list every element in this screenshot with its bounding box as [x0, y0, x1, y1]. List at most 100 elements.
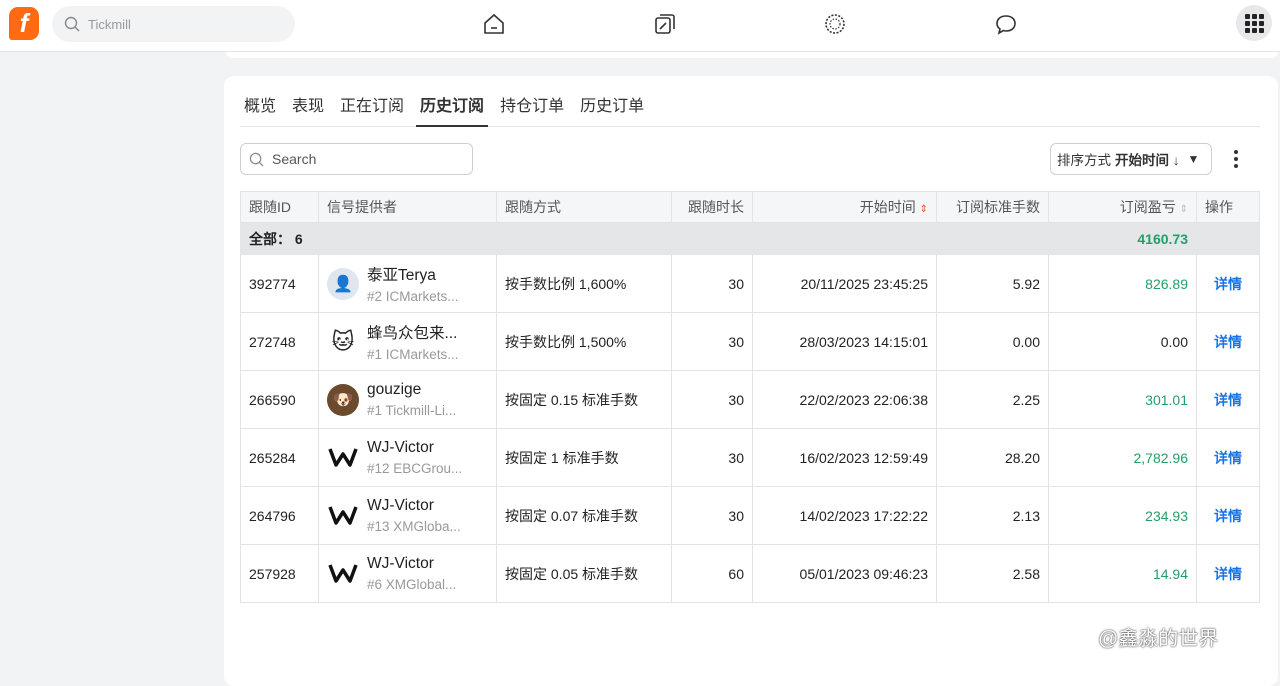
col-pnl[interactable]: 订阅盈亏 ⇕ [1048, 191, 1197, 223]
provider-cell[interactable]: 👤 泰亚Terya #2 ICMarkets... [318, 254, 497, 313]
table-row: 392774 👤 泰亚Terya #2 ICMarkets... 按手数比例 1,6… [240, 254, 1260, 313]
provider-name[interactable]: WJ-Victor [367, 555, 456, 573]
provider-name[interactable]: 泰亚Terya [367, 263, 459, 285]
total-label: 全部： 6 [240, 222, 1049, 255]
provider-account: #2 ICMarkets... [367, 289, 459, 304]
col-duration[interactable]: 跟随时长 [671, 191, 753, 223]
follow-mode: 按固定 1 标准手数 [496, 428, 672, 487]
lots: 2.58 [936, 544, 1049, 603]
duration: 60 [671, 544, 753, 603]
provider-account: #13 XMGloba... [367, 519, 461, 534]
details-link[interactable]: 详情 [1196, 312, 1260, 371]
provider-avatar [327, 441, 359, 474]
provider-avatar: 👤 [327, 267, 359, 300]
tab-1[interactable]: 表现 [288, 84, 328, 127]
tab-bar: 概览 表现 正在订阅 历史订阅 持仓订单 历史订单 [240, 84, 1260, 127]
lots: 28.20 [936, 428, 1049, 487]
tab-4[interactable]: 持仓订单 [496, 84, 568, 127]
table-row: 264796 WJ-Victor #13 XMGloba... 按固定 0.07 … [240, 486, 1260, 545]
provider-cell[interactable]: WJ-Victor #6 XMGlobal... [318, 544, 497, 603]
follow-id: 257928 [240, 544, 319, 603]
col-follow-mode[interactable]: 跟随方式 [496, 191, 672, 223]
details-link[interactable]: 详情 [1196, 254, 1260, 313]
details-link[interactable]: 详情 [1196, 544, 1260, 603]
home-icon[interactable] [482, 12, 506, 36]
provider-cell[interactable]: WJ-Victor #13 XMGloba... [318, 486, 497, 545]
details-link[interactable]: 详情 [1196, 486, 1260, 545]
app-logo[interactable]: f [9, 7, 39, 40]
sort-label: 排序方式 [1057, 153, 1111, 168]
start-time: 22/02/2023 22:06:38 [752, 370, 937, 429]
provider-cell[interactable]: 🐶 gouzige #1 Tickmill-Li... [318, 370, 497, 429]
table-row: 272748 🐱 蜂鸟众包来... #1 ICMarkets... 按手数比例 1,… [240, 312, 1260, 371]
tab-3[interactable]: 历史订阅 [416, 84, 489, 127]
provider-avatar [327, 557, 359, 590]
details-link[interactable]: 详情 [1196, 370, 1260, 429]
col-provider[interactable]: 信号提供者 [318, 191, 497, 223]
top-bar: f Tickmill [0, 0, 1280, 52]
col-pnl-label: 订阅盈亏 [1119, 199, 1176, 215]
history-subscriptions-table: 跟随ID 信号提供者 跟随方式 跟随时长 开始时间 ⇕ 订阅标准手数 订阅盈亏 … [240, 191, 1260, 603]
apps-grid-button[interactable] [1236, 5, 1272, 41]
duration: 30 [671, 312, 753, 371]
search-icon [64, 16, 80, 32]
sort-icon: ⇕ [1179, 204, 1188, 215]
provider-name[interactable]: WJ-Victor [367, 497, 461, 515]
table-search[interactable]: Search [240, 143, 473, 175]
follow-id: 265284 [240, 428, 319, 487]
start-time: 20/11/2025 23:45:25 [752, 254, 937, 313]
global-search[interactable]: Tickmill [52, 6, 295, 42]
subscriptions-card: 概览 表现 正在订阅 历史订阅 持仓订单 历史订单 Search 排序方式 开始时间 ↓ … [224, 76, 1278, 686]
details-link[interactable]: 详情 [1196, 428, 1260, 487]
provider-name[interactable]: 蜂鸟众包来... [367, 321, 459, 343]
follow-id: 272748 [240, 312, 319, 371]
pnl: 826.89 [1048, 254, 1197, 313]
follow-mode: 按固定 0.15 标准手数 [496, 370, 672, 429]
search-icon [249, 152, 264, 166]
provider-cell[interactable]: 🐱 蜂鸟众包来... #1 ICMarkets... [318, 312, 497, 371]
chat-icon[interactable] [994, 12, 1018, 36]
col-action: 操作 [1196, 191, 1260, 223]
pnl: 14.94 [1048, 544, 1197, 603]
table-row: 265284 WJ-Victor #12 EBCGrou... 按固定 1 标准手… [240, 428, 1260, 487]
pnl: 301.01 [1048, 370, 1197, 429]
duration: 30 [671, 428, 753, 487]
follow-mode: 按固定 0.05 标准手数 [496, 544, 672, 603]
watermark: @鑫淼的世界 [1098, 628, 1219, 650]
sort-value: 开始时间 ↓ [1115, 153, 1180, 168]
start-time: 14/02/2023 17:22:22 [752, 486, 937, 545]
follow-mode: 按手数比例 1,500% [496, 312, 672, 371]
total-row: 全部： 6 4160.73 [240, 222, 1260, 255]
col-follow-id[interactable]: 跟随ID [240, 191, 319, 223]
feed-icon[interactable] [653, 12, 677, 36]
tab-2[interactable]: 正在订阅 [336, 84, 408, 127]
provider-account: #12 EBCGrou... [367, 461, 463, 476]
provider-account: #6 XMGlobal... [367, 577, 457, 592]
more-options-button[interactable] [1230, 148, 1242, 170]
duration: 30 [671, 370, 753, 429]
total-pnl: 4160.73 [1048, 222, 1197, 255]
col-lots[interactable]: 订阅标准手数 [936, 191, 1049, 223]
provider-name[interactable]: gouzige [367, 381, 456, 399]
tab-5[interactable]: 历史订单 [576, 84, 648, 127]
sort-dropdown[interactable]: 排序方式 开始时间 ↓ ▼ [1050, 143, 1212, 175]
table-search-input[interactable]: Search [272, 151, 316, 167]
start-time: 16/02/2023 12:59:49 [752, 428, 937, 487]
discover-icon[interactable] [823, 12, 847, 36]
lots: 2.13 [936, 486, 1049, 545]
provider-cell[interactable]: WJ-Victor #12 EBCGrou... [318, 428, 497, 487]
col-start-time[interactable]: 开始时间 ⇕ [752, 191, 937, 223]
provider-name[interactable]: WJ-Victor [367, 439, 462, 457]
tab-0[interactable]: 概览 [240, 84, 280, 127]
provider-avatar: 🐱 [327, 325, 359, 358]
global-search-input[interactable]: Tickmill [88, 17, 131, 32]
duration: 30 [671, 486, 753, 545]
col-start-time-label: 开始时间 [859, 199, 916, 215]
table-row: 266590 🐶 gouzige #1 Tickmill-Li... 按固定 0.1… [240, 370, 1260, 429]
follow-id: 266590 [240, 370, 319, 429]
lots: 0.00 [936, 312, 1049, 371]
lots: 5.92 [936, 254, 1049, 313]
provider-account: #1 Tickmill-Li... [367, 403, 457, 418]
previous-card-edge [226, 52, 1278, 58]
pnl: 234.93 [1048, 486, 1197, 545]
